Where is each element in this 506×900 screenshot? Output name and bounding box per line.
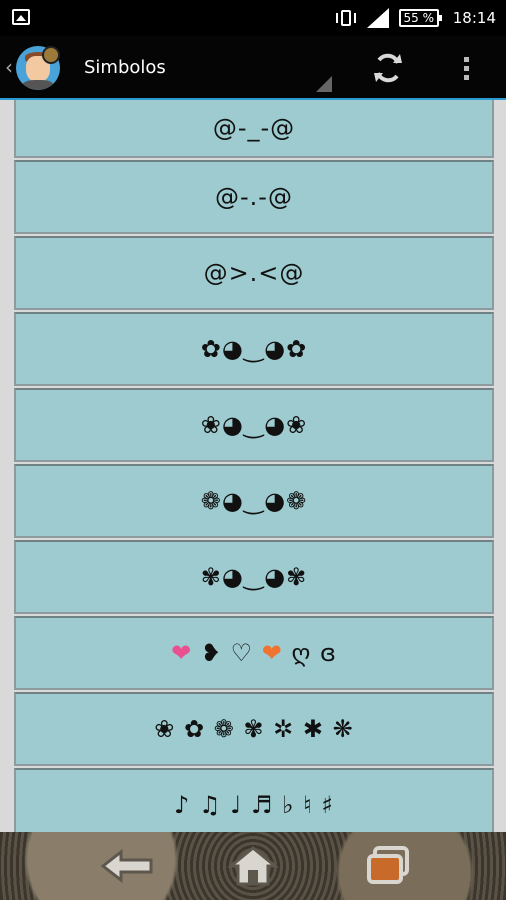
back-button[interactable] xyxy=(92,840,162,892)
symbol-text: @-.-@ xyxy=(215,183,293,211)
symbol-text: ✾◕‿◕✾ xyxy=(200,563,308,591)
image-notification-icon xyxy=(12,9,30,25)
clock: 18:14 xyxy=(452,9,496,27)
signal-icon xyxy=(366,8,389,28)
overflow-dot xyxy=(463,74,469,80)
closed-epsilon-symbol: ɞ xyxy=(319,639,337,667)
home-icon xyxy=(226,846,280,886)
heart-outline-symbol: ♡ xyxy=(230,639,254,667)
list-item[interactable]: ❀◕‿◕❀ xyxy=(14,388,494,462)
status-bar: 55 % 18:14 xyxy=(0,0,506,36)
heart-orange-symbol: ❤ xyxy=(261,639,283,667)
vibrate-icon xyxy=(335,8,357,28)
symbol-text: ♪ ♫ ♩ ♬ ♭ ♮ ♯ xyxy=(174,791,334,819)
list-item-hearts[interactable]: ❤ ❥ ♡ ❤ ღ ɞ xyxy=(14,616,494,690)
symbol-text: ❀◕‿◕❀ xyxy=(200,411,308,439)
heart-rotated-symbol: ❥ xyxy=(200,639,222,667)
list-item[interactable]: ❁◕‿◕❁ xyxy=(14,464,494,538)
list-item[interactable]: @>.<@ xyxy=(14,236,494,310)
symbol-text: ✿◕‿◕✿ xyxy=(200,335,308,363)
list-item[interactable]: @-_-@ xyxy=(14,100,494,158)
list-item[interactable]: ❀ ✿ ❁ ✾ ✲ ✱ ❋ xyxy=(14,692,494,766)
recent-apps-icon xyxy=(367,846,409,884)
battery-icon: 55 % xyxy=(398,9,442,27)
list-item[interactable]: ✿◕‿◕✿ xyxy=(14,312,494,386)
navigation-bar xyxy=(0,832,506,900)
list-item[interactable]: @-.-@ xyxy=(14,160,494,234)
action-bar: ‹ Simbolos xyxy=(0,36,506,100)
refresh-button[interactable] xyxy=(368,48,408,88)
page-title[interactable]: Simbolos xyxy=(84,36,166,100)
symbol-text: ❀ ✿ ❁ ✾ ✲ ✱ ❋ xyxy=(154,715,354,743)
symbol-text: @>.<@ xyxy=(203,259,305,287)
status-indicators: 55 % 18:14 xyxy=(335,0,496,36)
symbol-text: @-_-@ xyxy=(212,114,296,142)
overflow-dot xyxy=(463,56,469,62)
back-arrow-icon xyxy=(100,848,153,884)
list-item[interactable]: ♪ ♫ ♩ ♬ ♭ ♮ ♯ xyxy=(14,768,494,832)
georgian-heart-symbol: ღ xyxy=(291,639,312,667)
symbol-text: ❁◕‿◕❁ xyxy=(200,487,308,515)
overflow-dot xyxy=(463,65,469,71)
symbol-list[interactable]: @-_-@ @-.-@ @>.<@ ✿◕‿◕✿ ❀◕‿◕❀ ❁◕‿◕❁ ✾◕‿◕… xyxy=(14,100,494,832)
recent-apps-button[interactable] xyxy=(354,840,424,892)
hearts-symbols: ❤ ❥ ♡ ❤ ღ ɞ xyxy=(171,639,337,667)
heart-pink-symbol: ❤ xyxy=(171,639,193,667)
up-navigation-icon[interactable]: ‹ xyxy=(5,57,13,77)
overflow-menu-button[interactable] xyxy=(452,48,480,88)
refresh-icon xyxy=(374,53,402,83)
spinner-dropdown-icon[interactable] xyxy=(316,76,332,92)
home-button[interactable] xyxy=(218,840,288,892)
avatar-badge-icon xyxy=(42,46,60,64)
list-item[interactable]: ✾◕‿◕✾ xyxy=(14,540,494,614)
